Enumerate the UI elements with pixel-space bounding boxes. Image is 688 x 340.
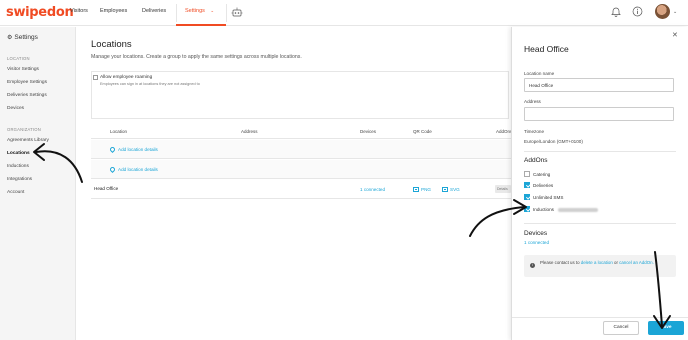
redacted-text <box>558 208 598 212</box>
location-name-field[interactable] <box>524 78 674 92</box>
sidebar-item-deliveries-settings[interactable]: Deliveries Settings <box>7 93 47 98</box>
info-notice: i Please contact us to delete a location… <box>524 255 676 277</box>
addons-heading: AddOns <box>524 157 548 164</box>
qr-download-icon <box>442 187 448 193</box>
table-row: Head Office 1 connected PNG SVG Details <box>91 180 511 199</box>
drawer-footer-divider <box>512 317 688 318</box>
deliveries-label: Deliveries <box>533 183 554 188</box>
add-location-details-label: Add location details <box>118 147 158 152</box>
locations-page: Locations Manage your locations. Create … <box>77 27 513 340</box>
sidebar-item-agreements-library[interactable]: Agreements Library <box>7 138 49 143</box>
allow-roaming-description: Employees can sign in at locations they … <box>100 82 200 86</box>
column-header-qr-code: QR Code <box>413 129 432 134</box>
unlimited-sms-checkbox[interactable] <box>524 194 530 200</box>
table-row: Add location details <box>91 140 511 159</box>
location-name-label: Location name <box>524 71 555 76</box>
sidebar-item-visitor-settings[interactable]: Visitor Settings <box>7 67 39 72</box>
location-details-button[interactable]: Details <box>495 185 511 193</box>
nav-settings-label: Settings <box>185 8 205 14</box>
deliveries-checkbox[interactable] <box>524 182 530 188</box>
address-field[interactable] <box>524 107 674 121</box>
catering-checkbox[interactable] <box>524 171 530 177</box>
qr-svg-link[interactable]: SVG <box>442 187 460 193</box>
info-icon[interactable] <box>632 6 644 18</box>
divider <box>524 223 676 224</box>
sidebar-section-organization: ORGANIZATION <box>7 127 41 132</box>
nav-divider <box>176 4 177 22</box>
settings-sidebar: ⚙ Settings LOCATION Visitor Settings Empl… <box>0 27 76 340</box>
sidebar-item-integrations[interactable]: Integrations <box>7 177 32 182</box>
page-title: Locations <box>91 39 132 50</box>
sidebar-item-devices[interactable]: Devices <box>7 106 24 111</box>
sidebar-item-account[interactable]: Account <box>7 190 24 195</box>
chevron-down-icon[interactable]: ⌄ <box>673 9 677 15</box>
robot-icon[interactable] <box>231 7 243 19</box>
table-row: Add location details <box>91 160 511 179</box>
unlimited-sms-label: Unlimited SMS <box>533 195 564 200</box>
devices-heading: Devices <box>524 230 548 237</box>
inductions-label: Inductions <box>533 207 554 212</box>
close-icon[interactable]: ✕ <box>672 31 678 39</box>
sidebar-item-employee-settings[interactable]: Employee Settings <box>7 80 47 85</box>
sidebar-title: ⚙ Settings <box>7 34 38 41</box>
inductions-checkbox[interactable] <box>524 206 530 212</box>
nav-deliveries[interactable]: Deliveries <box>142 8 166 14</box>
sidebar-item-inductions[interactable]: Inductions <box>7 164 29 169</box>
swipedon-logo[interactable]: swipedon <box>6 5 74 20</box>
add-location-details-link[interactable]: Add location details <box>108 166 158 174</box>
timezone-label: Timezone <box>524 129 544 134</box>
location-pin-icon <box>108 146 117 154</box>
info-prefix: Please contact us to <box>540 260 580 265</box>
nav-visitors[interactable]: Visitors <box>70 8 88 14</box>
address-label: Address <box>524 99 541 104</box>
divider <box>524 151 676 152</box>
info-icon: i <box>530 263 535 268</box>
sidebar-item-locations[interactable]: Locations <box>7 151 30 156</box>
nav-divider <box>226 4 227 22</box>
timezone-value: Europe/London (GMT+0100) <box>524 139 583 144</box>
column-header-location: Location <box>110 129 128 134</box>
column-header-devices: Devices <box>360 129 377 134</box>
location-name-cell[interactable]: Head Office <box>94 186 118 191</box>
devices-connected-link[interactable]: 1 connected <box>360 187 385 192</box>
location-pin-icon <box>108 166 117 174</box>
info-middle: or <box>614 260 618 265</box>
nav-active-underline <box>176 24 226 26</box>
devices-connected-link[interactable]: 1 connected <box>524 240 549 245</box>
nav-settings[interactable]: Settings ⌄ <box>185 8 214 14</box>
save-button[interactable]: Save <box>648 321 684 335</box>
roaming-settings-box <box>91 71 509 119</box>
info-notice-text: Please contact us to delete a location o… <box>540 259 672 266</box>
chevron-down-icon: ⌄ <box>210 8 215 13</box>
avatar[interactable] <box>655 4 670 19</box>
nav-employees[interactable]: Employees <box>100 8 127 14</box>
catering-label: Catering <box>533 172 551 177</box>
qr-png-link[interactable]: PNG <box>413 187 431 193</box>
gear-icon: ⚙ <box>7 35 13 41</box>
page-subtitle: Manage your locations. Create a group to… <box>91 54 302 60</box>
delete-location-link[interactable]: delete a location <box>581 260 613 265</box>
qr-svg-label: SVG <box>450 187 460 192</box>
add-location-details-label: Add location details <box>118 167 158 172</box>
location-edit-drawer: ✕ Head Office Location name Address Time… <box>511 27 688 340</box>
cancel-button[interactable]: Cancel <box>603 321 639 335</box>
bell-icon[interactable] <box>611 6 623 18</box>
cancel-addon-link[interactable]: cancel an AddOn. <box>619 260 654 265</box>
add-location-details-link[interactable]: Add location details <box>108 146 158 154</box>
allow-roaming-label: Allow employee roaming <box>100 75 153 80</box>
column-header-address: Address <box>241 129 258 134</box>
top-navigation: swipedon Visitors Employees Deliveries S… <box>0 0 688 26</box>
table-header: Location Address Devices QR Code AddOns <box>91 123 513 139</box>
qr-png-label: PNG <box>421 187 431 192</box>
sidebar-section-location: LOCATION <box>7 56 30 61</box>
drawer-title: Head Office <box>524 44 569 54</box>
qr-download-icon <box>413 187 419 193</box>
allow-roaming-checkbox[interactable] <box>93 75 98 80</box>
column-header-addons: AddOns <box>496 129 513 134</box>
sidebar-title-label: Settings <box>14 34 38 41</box>
